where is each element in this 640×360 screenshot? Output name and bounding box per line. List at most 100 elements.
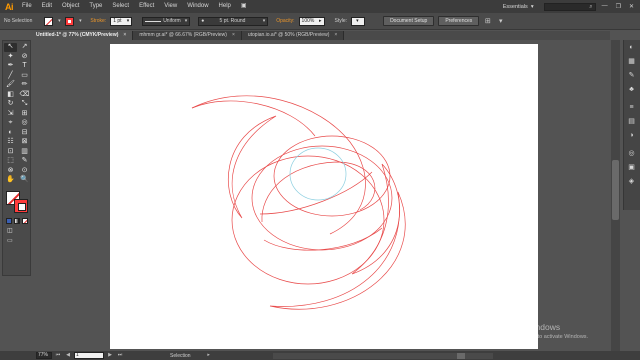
screen-mode-icon[interactable]: ▭ (7, 237, 13, 244)
canvas-area[interactable] (32, 40, 610, 351)
gradient-tool-icon[interactable]: ⊟ (18, 129, 31, 138)
color-mode-button[interactable] (6, 217, 12, 224)
shape-builder-tool-icon[interactable]: ⌖ (4, 119, 17, 128)
preferences-button[interactable]: Preferences (438, 16, 480, 26)
status-menu-icon[interactable]: ▸ (205, 352, 213, 359)
rotate-tool-icon[interactable]: ↻ (4, 100, 17, 109)
close-icon[interactable]: ✕ (629, 3, 634, 10)
first-page-icon[interactable]: ⏮ (54, 352, 62, 359)
opacity-label[interactable]: Opacity: (276, 18, 294, 24)
minimize-icon[interactable]: — (602, 3, 608, 10)
menu-view[interactable]: View (159, 0, 182, 13)
zoom-field[interactable]: 77% (36, 352, 52, 359)
column-graph-tool-icon[interactable]: ▥ (18, 148, 31, 157)
current-tool-status[interactable]: Selection (170, 353, 191, 359)
horizontal-scroll-thumb[interactable] (456, 352, 465, 359)
menu-help[interactable]: Help (214, 0, 236, 13)
close-icon[interactable]: × (123, 31, 126, 40)
artwork-svg[interactable] (110, 44, 538, 349)
stroke-weight-value: 1 pt (113, 18, 122, 24)
selection-tool-icon[interactable]: ↖ (4, 43, 17, 52)
stroke-swatch[interactable] (65, 16, 75, 26)
menu-object[interactable]: Object (57, 0, 84, 13)
gradient-mode-button[interactable] (14, 217, 20, 224)
zoom-tool-icon[interactable]: 🔍 (18, 176, 31, 185)
close-icon[interactable]: × (334, 31, 337, 40)
prev-page-icon[interactable]: ◀ (64, 352, 72, 359)
fill-stroke-well[interactable] (6, 190, 28, 213)
artboard[interactable] (110, 44, 538, 349)
blend-tool-icon[interactable]: ⊠ (18, 138, 31, 147)
next-page-icon[interactable]: ▶ (106, 352, 114, 359)
transparency-icon[interactable]: ◑ (624, 128, 639, 142)
artboard-number-field[interactable]: 1 (74, 352, 104, 359)
artboard-tool-icon[interactable]: ⬚ (4, 157, 17, 166)
menu-file[interactable]: File (18, 0, 37, 13)
swatches-icon[interactable]: ▦ (624, 54, 639, 68)
mesh-tool-icon[interactable]: ◐ (4, 129, 17, 138)
hand-tool-icon[interactable]: ✋ (4, 176, 17, 185)
symbols-icon[interactable]: ♣ (624, 82, 639, 96)
menu-effect[interactable]: Effect (134, 0, 159, 13)
pen-tool-icon[interactable]: ✒ (4, 62, 17, 71)
rectangle-tool-icon[interactable]: ▭ (18, 72, 31, 81)
menu-window[interactable]: Window (182, 0, 213, 13)
slice-tool-icon[interactable]: ✎ (18, 157, 31, 166)
stroke-weight-field[interactable]: 1 pt ▾ (110, 16, 133, 26)
direct-selection-tool-icon[interactable]: ↗ (18, 43, 31, 52)
appearance-icon[interactable]: ◎ (624, 146, 639, 160)
help-search-input[interactable]: ⌕ (543, 2, 596, 11)
document-setup-button[interactable]: Document Setup (383, 16, 435, 26)
gradient-icon[interactable]: ▤ (624, 114, 639, 128)
stroke-label[interactable]: Stroke: (90, 18, 106, 24)
stroke-dropdown-icon[interactable]: ▾ (78, 17, 82, 26)
variable-width-profile[interactable]: Uniform ▾ (142, 16, 191, 26)
blob-brush-tool-icon[interactable]: ◧ (4, 91, 17, 100)
zoom-tool-alt-icon[interactable]: ⊙ (18, 167, 31, 176)
pencil-tool-icon[interactable]: ✏ (18, 81, 31, 90)
symbol-sprayer-tool-icon[interactable]: ⊡ (4, 148, 17, 157)
scale-tool-icon[interactable]: ⤡ (18, 100, 31, 109)
stroke-icon[interactable]: ≡ (624, 100, 639, 114)
tab-mhmm-gr[interactable]: mhmm gr.ai* @ 66.67% (RGB/Preview) × (133, 31, 242, 40)
tab-utopian-io[interactable]: utopian.io.ai* @ 50% (RGB/Preview) × (241, 31, 345, 40)
menu-edit[interactable]: Edit (37, 0, 57, 13)
menu-type[interactable]: Type (84, 0, 107, 13)
magic-wand-tool-icon[interactable]: ✦ (4, 53, 17, 62)
horizontal-scrollbar[interactable] (272, 352, 493, 359)
line-tool-icon[interactable]: ╱ (4, 72, 17, 81)
vertical-scrollbar[interactable] (611, 40, 620, 351)
none-mode-button[interactable] (22, 217, 28, 224)
graphic-styles-icon[interactable]: ▣ (624, 160, 639, 174)
workspace-switcher[interactable]: Essentials ▾ (503, 4, 534, 10)
panel-menu-icon[interactable]: ▾ (496, 17, 505, 26)
paintbrush-tool-icon[interactable]: 🖌 (4, 81, 17, 90)
lasso-tool-icon[interactable]: ⊘ (18, 53, 31, 62)
chevron-down-icon: ▾ (356, 18, 359, 24)
eraser-tool-icon[interactable]: ⌫ (18, 91, 31, 100)
close-icon[interactable]: × (232, 31, 235, 40)
type-tool-icon[interactable]: T (18, 62, 31, 71)
graphic-style-picker[interactable]: ▾ (351, 16, 366, 26)
layers-icon[interactable]: ◈ (624, 174, 639, 188)
bridge-icon[interactable]: ▣ (236, 0, 252, 13)
fill-dropdown-icon[interactable]: ▾ (57, 17, 61, 26)
arrange-documents-icon[interactable]: ⊞ (483, 17, 492, 26)
tab-untitled-1[interactable]: Untitled-1* @ 77% (CMYK/Preview) × (30, 31, 134, 40)
perspective-grid-tool-icon[interactable]: ◎ (18, 119, 31, 128)
brushes-icon[interactable]: ✎ (624, 68, 639, 82)
opacity-field[interactable]: 100% ▸ (298, 16, 325, 26)
vertical-scroll-thumb[interactable] (612, 160, 619, 220)
free-transform-tool-icon[interactable]: ⊞ (18, 110, 31, 119)
hand-tool-alt-icon[interactable]: ⊗ (4, 167, 17, 176)
menu-select[interactable]: Select (107, 0, 134, 13)
eyedropper-tool-icon[interactable]: ☷ (4, 138, 17, 147)
stroke-color-box[interactable] (14, 198, 28, 213)
width-tool-icon[interactable]: ⇲ (4, 110, 17, 119)
fill-swatch[interactable] (44, 16, 54, 26)
last-page-icon[interactable]: ⏭ (116, 352, 124, 359)
brush-definition[interactable]: ● 5 pt. Round ▾ (198, 16, 269, 26)
draw-normal-icon[interactable]: ◫ (7, 227, 13, 234)
color-icon[interactable]: ◐ (624, 40, 639, 54)
restore-icon[interactable]: ❐ (616, 3, 621, 10)
